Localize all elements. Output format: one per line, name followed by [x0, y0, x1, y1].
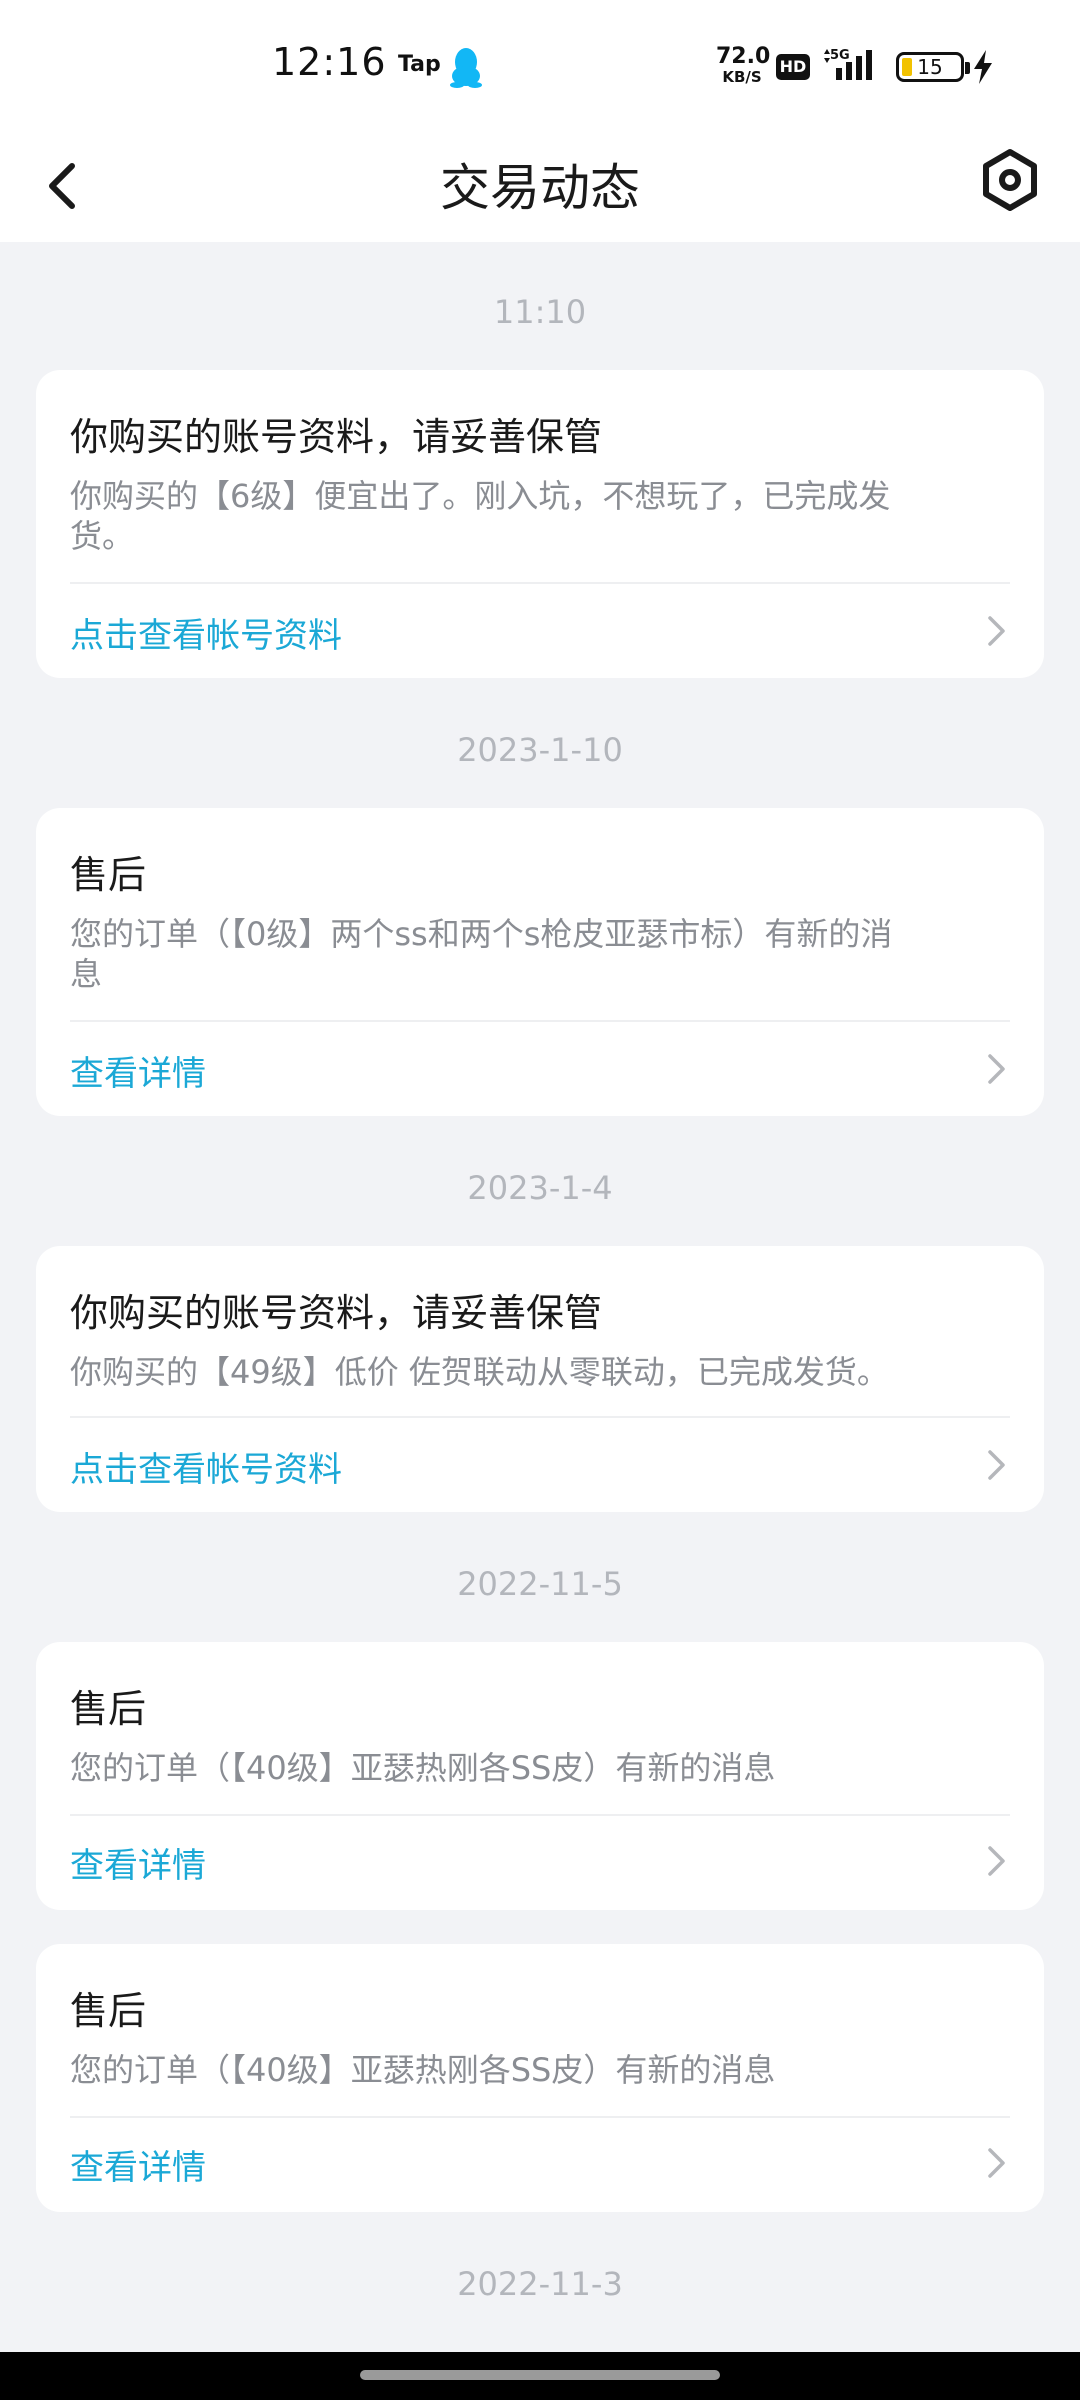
card-description-line: 您的订单（【0级】两个ss和两个s枪皮亚瑟市标）有新的消 — [70, 915, 893, 953]
hd-badge: HD — [776, 54, 810, 80]
view-details-link[interactable]: 查看详情 — [70, 1046, 206, 1095]
card-divider — [70, 2116, 1010, 2118]
card-divider — [70, 1020, 1010, 1022]
chevron-right-icon[interactable] — [986, 1052, 1008, 1086]
chevron-right-icon[interactable] — [986, 1844, 1008, 1878]
settings-icon[interactable] — [978, 146, 1042, 214]
home-indicator[interactable] — [360, 2370, 720, 2380]
view-account-link[interactable]: 点击查看帐号资料 — [70, 1442, 342, 1491]
qq-penguin-icon — [450, 48, 482, 88]
card-description: 您的订单（【0级】两个ss和两个s枪皮亚瑟市标）有新的消 息 — [70, 914, 1010, 994]
tap-app-icon: Tap — [398, 52, 441, 77]
network-speed-unit: KB/S — [722, 68, 762, 86]
card-description: 您的订单（【40级】亚瑟热刚各SS皮）有新的消息 — [70, 1748, 1010, 1788]
network-speed: 72.0 KB/S — [716, 44, 771, 86]
card-description-line: 您的订单（【40级】亚瑟热刚各SS皮）有新的消息 — [70, 1749, 776, 1787]
date-label: 2023-1-10 — [457, 731, 623, 769]
card-title: 售后 — [70, 853, 147, 897]
card-title: 你购买的账号资料，请妥善保管 — [70, 415, 603, 459]
page-title: 交易动态 — [440, 159, 640, 217]
date-label: 2023-1-4 — [467, 1169, 613, 1207]
card-divider — [70, 1814, 1010, 1816]
card-description: 你购买的【49级】低价 佐贺联动从零联动，已完成发货。 — [70, 1352, 1010, 1392]
card-description: 您的订单（【40级】亚瑟热刚各SS皮）有新的消息 — [70, 2050, 1010, 2090]
transaction-card: 你购买的账号资料，请妥善保管 你购买的【6级】便宜出了。刚入坑，不想玩了，已完成… — [36, 370, 1044, 678]
network-speed-value: 72.0 — [716, 44, 771, 69]
battery-nub — [965, 62, 970, 74]
card-divider — [70, 582, 1010, 584]
card-divider — [70, 1416, 1010, 1418]
card-description-line: 息 — [70, 955, 103, 993]
card-description-line: 您的订单（【40级】亚瑟热刚各SS皮）有新的消息 — [70, 2051, 776, 2089]
date-label: 11:10 — [493, 293, 587, 331]
transaction-card: 售后 您的订单（【40级】亚瑟热刚各SS皮）有新的消息 查看详情 — [36, 1642, 1044, 1910]
date-label: 2022-11-5 — [457, 1565, 623, 1603]
date-label: 2022-11-3 — [457, 2265, 623, 2303]
gesture-navigation-bar — [0, 2352, 1080, 2400]
chevron-right-icon[interactable] — [986, 1448, 1008, 1482]
status-time: 12:16 — [272, 40, 387, 84]
battery-icon: 15 — [896, 52, 970, 82]
view-details-link[interactable]: 查看详情 — [70, 1838, 206, 1887]
chevron-right-icon[interactable] — [986, 614, 1008, 648]
card-description-line: 货。 — [70, 517, 135, 555]
network-type: 5G — [830, 48, 850, 63]
card-description-line: 你购买的【6级】便宜出了。刚入坑，不想玩了，已完成发 — [70, 477, 891, 515]
card-title: 售后 — [70, 1687, 147, 1731]
view-account-link[interactable]: 点击查看帐号资料 — [70, 608, 342, 657]
transaction-card: 你购买的账号资料，请妥善保管 你购买的【49级】低价 佐贺联动从零联动，已完成发… — [36, 1246, 1044, 1512]
view-details-link[interactable]: 查看详情 — [70, 2140, 206, 2189]
card-description-line: 你购买的【49级】低价 佐贺联动从零联动，已完成发货。 — [70, 1353, 889, 1391]
battery-level: 15 — [917, 55, 943, 79]
chevron-right-icon[interactable] — [986, 2146, 1008, 2180]
status-bar: 12:16 Tap 72.0 KB/S HD 5G 15 — [0, 0, 1080, 130]
card-description: 你购买的【6级】便宜出了。刚入坑，不想玩了，已完成发 货。 — [70, 476, 1010, 556]
transaction-card: 售后 您的订单（【0级】两个ss和两个s枪皮亚瑟市标）有新的消 息 查看详情 — [36, 808, 1044, 1116]
nav-bar: 交易动态 — [0, 130, 1080, 242]
transaction-card: 售后 您的订单（【40级】亚瑟热刚各SS皮）有新的消息 查看详情 — [36, 1944, 1044, 2212]
card-title: 售后 — [70, 1989, 147, 2033]
card-title: 你购买的账号资料，请妥善保管 — [70, 1291, 603, 1335]
signal-5g-icon: 5G — [824, 48, 872, 80]
charging-bolt-icon — [974, 50, 992, 84]
